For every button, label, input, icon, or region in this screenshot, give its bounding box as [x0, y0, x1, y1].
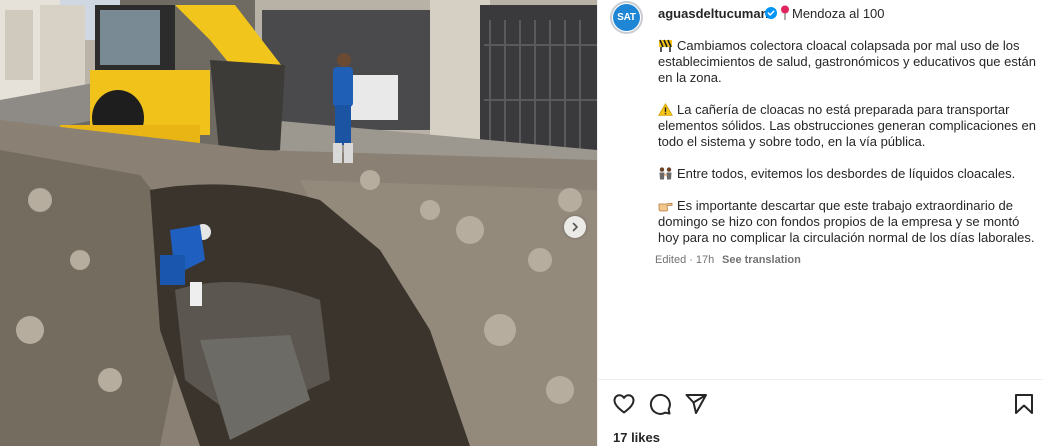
account-avatar[interactable]: SAT: [610, 1, 643, 34]
construction-sign-icon: [659, 39, 672, 52]
caption-paragraph: Es importante descartar que este trabajo…: [658, 198, 1036, 246]
likes-count[interactable]: 17 likes: [613, 430, 660, 445]
post-caption: Cambiamos colectora cloacal colapsada po…: [658, 38, 1036, 262]
caption-text: Cambiamos colectora cloacal colapsada po…: [658, 38, 1036, 85]
post-side-panel: SAT aguasdeltucuman Mendoza al 100 Cambi…: [597, 0, 1043, 446]
avatar-logo: SAT: [613, 4, 640, 31]
edited-label: Edited: [655, 254, 687, 266]
next-photo-button[interactable]: [564, 216, 586, 238]
post-actions: [598, 390, 1043, 420]
caption-text: Es importante descartar que este trabajo…: [658, 198, 1035, 245]
caption-paragraph: Entre todos, evitemos los desbordes de l…: [658, 166, 1036, 182]
meta-separator: ·: [689, 254, 693, 266]
caption-text: Entre todos, evitemos los desbordes de l…: [677, 166, 1016, 181]
post-photo[interactable]: [0, 0, 597, 446]
caption-text: La cañería de cloacas no está preparada …: [658, 102, 1036, 149]
warning-icon: [658, 103, 673, 116]
heart-outline-icon[interactable]: [612, 392, 636, 416]
chevron-right-icon: [572, 222, 578, 232]
username-link[interactable]: aguasdeltucuman: [658, 6, 769, 21]
excavation-photo: [0, 0, 597, 446]
see-translation-link[interactable]: See translation: [722, 254, 801, 266]
post-meta: Edited · 17h See translation: [655, 254, 801, 266]
location-pin-icon: [781, 5, 789, 20]
pointing-hand-icon: [658, 202, 673, 212]
actions-divider: [598, 379, 1043, 380]
comment-bubble-icon[interactable]: [648, 392, 672, 416]
post-time[interactable]: 17h: [696, 254, 714, 266]
bookmark-icon[interactable]: [1012, 392, 1036, 416]
paper-plane-icon[interactable]: [684, 392, 708, 416]
caption-paragraph: La cañería de cloacas no está preparada …: [658, 102, 1036, 150]
location-link[interactable]: Mendoza al 100: [792, 6, 885, 21]
verified-badge-icon: [765, 7, 777, 19]
people-holding-hands-icon: [659, 167, 672, 180]
instagram-post: SAT aguasdeltucuman Mendoza al 100 Cambi…: [0, 0, 1043, 446]
post-header: SAT aguasdeltucuman Mendoza al 100: [598, 0, 1043, 40]
caption-paragraph: Cambiamos colectora cloacal colapsada po…: [658, 38, 1036, 86]
